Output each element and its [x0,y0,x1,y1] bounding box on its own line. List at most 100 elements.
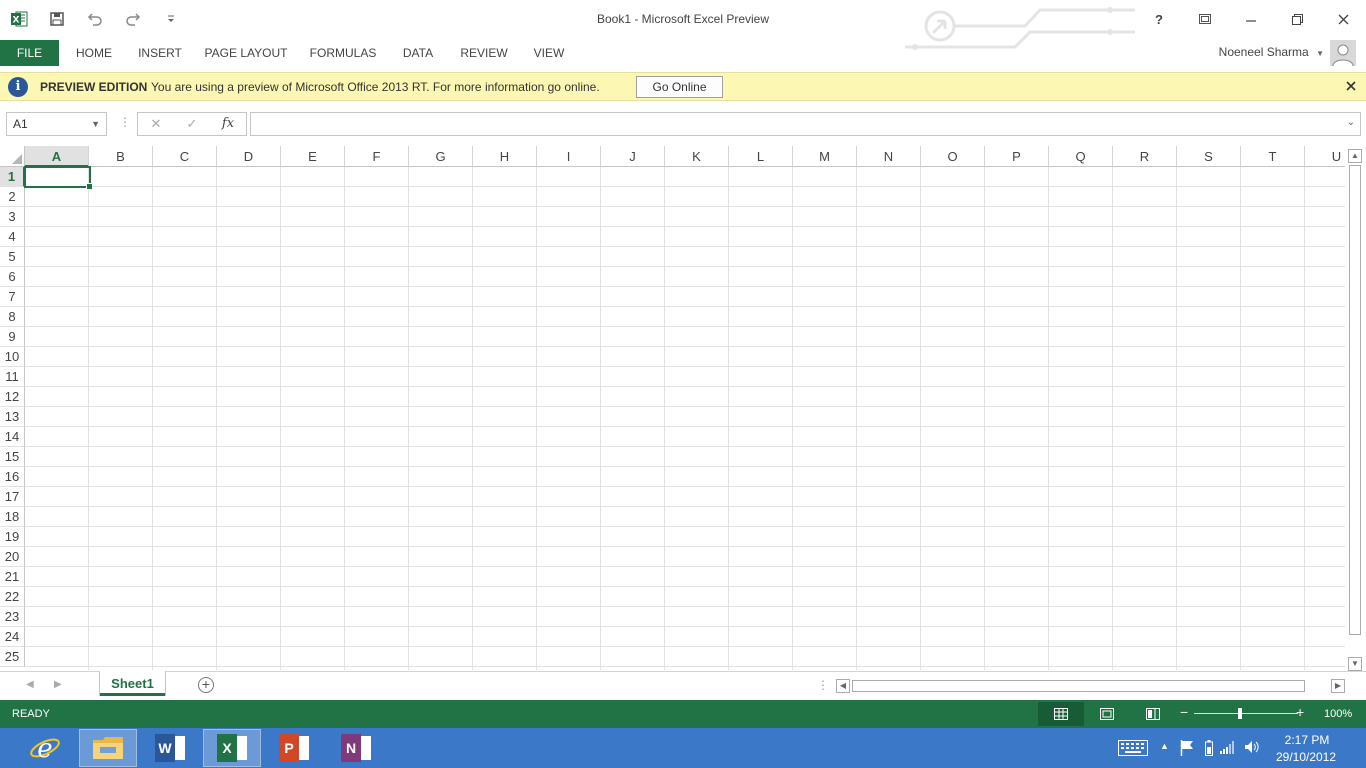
avatar[interactable] [1330,40,1356,66]
column-header-o[interactable]: O [921,146,985,167]
formula-input[interactable]: ⌄ [250,112,1361,136]
zoom-out-icon[interactable]: − [1180,704,1188,720]
row-header-6[interactable]: 6 [0,267,25,287]
show-hidden-icons-icon[interactable]: ▲ [1160,741,1169,751]
enter-icon[interactable]: ✓ [174,113,210,135]
column-header-t[interactable]: T [1241,146,1305,167]
active-cell[interactable] [24,166,93,190]
tab-review[interactable]: REVIEW [459,41,509,65]
chevron-down-icon[interactable]: ▼ [91,113,100,135]
row-header-11[interactable]: 11 [0,367,25,387]
row-header-21[interactable]: 21 [0,567,25,587]
row-header-9[interactable]: 9 [0,327,25,347]
taskbar-internet-explorer[interactable]: e [16,729,74,767]
help-icon[interactable]: ? [1136,0,1182,38]
touch-keyboard-icon[interactable] [1118,740,1148,759]
column-header-i[interactable]: I [537,146,601,167]
restore-icon[interactable] [1274,0,1320,38]
scroll-left-icon[interactable]: ◀ [836,679,850,693]
row-header-25[interactable]: 25 [0,647,25,667]
cell-area[interactable] [25,167,1345,670]
column-header-f[interactable]: F [345,146,409,167]
row-header-4[interactable]: 4 [0,227,25,247]
select-all-button[interactable] [0,146,25,167]
scroll-up-icon[interactable]: ▲ [1348,149,1362,163]
column-header-s[interactable]: S [1177,146,1241,167]
insert-function-icon[interactable]: fx [210,113,246,135]
taskbar-file-explorer[interactable] [79,729,137,767]
row-header-17[interactable]: 17 [0,487,25,507]
ribbon-display-options-icon[interactable] [1182,0,1228,38]
row-header-8[interactable]: 8 [0,307,25,327]
tab-file[interactable]: FILE [0,40,59,66]
horizontal-scrollbar[interactable]: ◀ ▶ [836,679,1346,693]
cancel-icon[interactable]: ✕ [138,113,174,135]
formula-bar-resize-handle[interactable]: ⋮ [119,115,131,129]
taskbar-excel[interactable]: X [203,729,261,767]
row-header-1[interactable]: 1 [0,167,25,187]
column-header-j[interactable]: J [601,146,665,167]
clock-date[interactable]: 29/10/2012 [1266,750,1346,764]
row-header-22[interactable]: 22 [0,587,25,607]
zoom-in-icon[interactable]: + [1296,704,1304,720]
taskbar-word[interactable]: W [141,729,199,767]
row-header-14[interactable]: 14 [0,427,25,447]
column-header-q[interactable]: Q [1049,146,1113,167]
column-header-d[interactable]: D [217,146,281,167]
volume-icon[interactable] [1244,740,1260,757]
column-header-u[interactable]: U [1305,146,1345,167]
next-sheet-icon[interactable]: ▶ [54,679,62,690]
taskbar-onenote[interactable]: N [327,729,385,767]
row-header-3[interactable]: 3 [0,207,25,227]
page-break-preview-icon[interactable] [1130,702,1176,726]
close-icon[interactable] [1320,0,1366,38]
row-header-7[interactable]: 7 [0,287,25,307]
row-header-13[interactable]: 13 [0,407,25,427]
new-sheet-icon[interactable]: + [198,677,214,693]
vertical-scrollbar[interactable]: ▲ ▼ [1347,147,1363,671]
row-header-15[interactable]: 15 [0,447,25,467]
normal-view-icon[interactable] [1038,702,1084,726]
column-header-g[interactable]: G [409,146,473,167]
scroll-right-icon[interactable]: ▶ [1331,679,1345,693]
column-header-l[interactable]: L [729,146,793,167]
row-header-5[interactable]: 5 [0,247,25,267]
tab-insert[interactable]: INSERT [137,41,183,65]
row-header-19[interactable]: 19 [0,527,25,547]
tab-data[interactable]: DATA [399,41,437,65]
tab-home[interactable]: HOME [72,41,116,65]
close-message-icon[interactable] [1346,78,1356,95]
column-header-k[interactable]: K [665,146,729,167]
page-layout-view-icon[interactable] [1084,702,1130,726]
column-header-m[interactable]: M [793,146,857,167]
go-online-button[interactable]: Go Online [636,76,723,98]
battery-icon[interactable] [1205,740,1213,759]
taskbar-powerpoint[interactable]: P [265,729,323,767]
clock-time[interactable]: 2:17 PM [1272,733,1342,747]
column-header-h[interactable]: H [473,146,537,167]
tab-formulas[interactable]: FORMULAS [309,41,377,65]
row-header-12[interactable]: 12 [0,387,25,407]
column-header-e[interactable]: E [281,146,345,167]
column-header-c[interactable]: C [153,146,217,167]
column-header-r[interactable]: R [1113,146,1177,167]
row-header-16[interactable]: 16 [0,467,25,487]
row-header-10[interactable]: 10 [0,347,25,367]
zoom-level[interactable]: 100% [1324,708,1352,720]
expand-formula-bar-icon[interactable]: ⌄ [1347,117,1355,128]
column-header-b[interactable]: B [89,146,153,167]
row-header-24[interactable]: 24 [0,627,25,647]
column-header-p[interactable]: P [985,146,1049,167]
horizontal-scroll-thumb[interactable] [852,680,1305,692]
minimize-icon[interactable] [1228,0,1274,38]
tab-view[interactable]: VIEW [532,41,566,65]
column-header-n[interactable]: N [857,146,921,167]
zoom-slider[interactable]: − + [1180,704,1310,722]
row-header-20[interactable]: 20 [0,547,25,567]
row-header-23[interactable]: 23 [0,607,25,627]
row-header-18[interactable]: 18 [0,507,25,527]
row-header-2[interactable]: 2 [0,187,25,207]
action-center-flag-icon[interactable] [1180,740,1194,759]
name-box[interactable]: A1 ▼ [6,112,107,136]
previous-sheet-icon[interactable]: ◀ [26,679,34,690]
